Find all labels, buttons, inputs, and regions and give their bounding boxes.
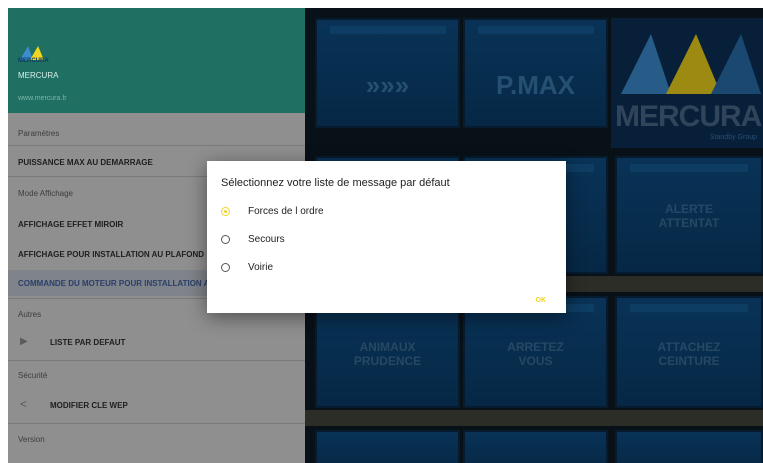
radio-icon[interactable]	[221, 234, 230, 244]
category-autres: Autres	[18, 310, 42, 319]
option-secours[interactable]: Secours	[221, 231, 285, 247]
option-label: Forces de l ordre	[248, 205, 324, 217]
setting-commande-label: COMMANDE DU MOTEUR POUR INSTALLATION AU	[18, 279, 216, 288]
option-label: Voirie	[248, 261, 274, 273]
play-icon: ▶	[20, 336, 28, 347]
header-logo-text: MERCURA	[18, 58, 49, 64]
share-icon: <	[20, 397, 28, 411]
option-label: Secours	[248, 233, 285, 245]
app-screen: »»» P.MAX MERCURA Standby Group ALERTE A…	[8, 8, 763, 463]
dialog-title: Sélectionnez votre liste de message par …	[221, 177, 450, 189]
app-url: www.mercura.fr	[18, 95, 67, 102]
setting-liste-par-defaut[interactable]: LISTE PAR DEFAUT	[50, 338, 125, 347]
ok-button[interactable]: OK	[536, 297, 547, 304]
setting-miroir[interactable]: AFFICHAGE EFFET MIROIR	[18, 220, 123, 229]
option-voirie[interactable]: Voirie	[221, 259, 273, 275]
radio-selected-icon[interactable]	[221, 206, 230, 216]
category-version: Version	[18, 435, 45, 444]
panel-header: MERCURA MERCURA www.mercura.fr	[8, 8, 305, 113]
divider	[8, 360, 305, 361]
category-securite: Sécurité	[18, 371, 48, 380]
divider	[8, 423, 305, 424]
setting-plafond[interactable]: AFFICHAGE POUR INSTALLATION AU PLAFOND	[18, 250, 204, 259]
radio-icon[interactable]	[221, 262, 230, 272]
category-parametres: Paramètres	[18, 129, 60, 138]
setting-puissance[interactable]: PUISSANCE MAX AU DEMARRAGE	[18, 158, 153, 167]
setting-modifier-cle-wep[interactable]: MODIFIER CLE WEP	[50, 401, 128, 410]
default-list-dialog: Sélectionnez votre liste de message par …	[207, 161, 566, 313]
option-forces-de-l-ordre[interactable]: Forces de l ordre	[221, 203, 324, 219]
app-name: MERCURA	[18, 71, 59, 80]
divider	[8, 145, 305, 146]
category-mode-affichage: Mode Affichage	[18, 189, 74, 198]
